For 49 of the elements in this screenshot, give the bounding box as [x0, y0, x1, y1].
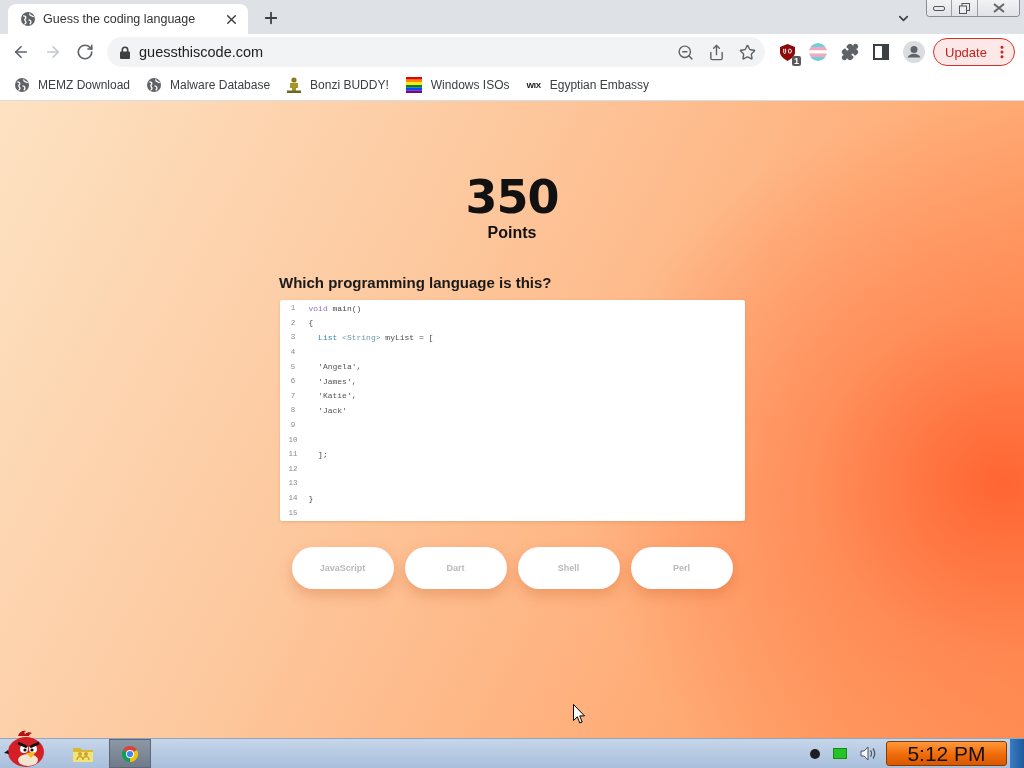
restore-icon: [959, 2, 970, 14]
dot-icon[interactable]: [810, 748, 820, 759]
code-line: 'Angela',: [317, 362, 362, 372]
puzzle-icon[interactable]: [841, 43, 859, 61]
chrome-icon: [121, 744, 139, 763]
bookmark-item[interactable]: Bonzi BUDDY!: [287, 77, 389, 93]
zoom-out-icon[interactable]: [677, 43, 694, 61]
update-button[interactable]: Update: [933, 38, 1015, 66]
lock-icon: [120, 45, 130, 59]
figure-icon: [287, 77, 302, 93]
browser-tab[interactable]: Guess the coding language: [8, 4, 248, 34]
globe-icon: [147, 78, 162, 92]
close-icon: [992, 3, 1005, 13]
restore-button[interactable]: [951, 0, 977, 16]
code-line: }: [308, 493, 314, 503]
logo-wordmark: WIX: [526, 80, 541, 90]
share-icon[interactable]: [708, 43, 725, 61]
plus-icon[interactable]: [262, 9, 280, 27]
extension-badge: 1: [792, 55, 801, 66]
score-label: Points: [487, 224, 537, 242]
reload-icon[interactable]: [76, 43, 94, 61]
bookmark-item[interactable]: Windows ISOs: [405, 77, 510, 93]
mouse-pointer-icon: [573, 704, 585, 724]
taskbar-clock: 5:12 PM: [886, 741, 1007, 766]
shield-icon[interactable]: [780, 43, 795, 61]
side-panel-icon[interactable]: [873, 44, 889, 60]
code-line: {: [308, 318, 314, 328]
score-value: 350: [465, 174, 559, 220]
address-bar[interactable]: guessthiscode.com: [107, 37, 765, 67]
code-line: void main(): [308, 303, 362, 313]
bookmark-item[interactable]: MEMZ Download: [15, 78, 131, 92]
globe-icon: [15, 78, 29, 92]
star-icon[interactable]: [739, 43, 756, 61]
speaker-icon[interactable]: [860, 746, 876, 761]
code-line: 'Jack': [317, 405, 347, 415]
profile-icon[interactable]: [903, 41, 925, 63]
globe-icon: [21, 12, 35, 26]
minimize-icon: [933, 5, 945, 11]
code-line: ];: [317, 449, 328, 459]
bookmark-item[interactable]: WIX Egyptian Embassy: [526, 78, 650, 92]
minimize-button[interactable]: [927, 0, 951, 16]
code-line: 'James',: [317, 376, 357, 386]
taskbar-button[interactable]: [109, 739, 151, 768]
bookmark-item[interactable]: Malware Database: [147, 78, 271, 92]
close-button[interactable]: [977, 0, 1019, 16]
rainbow-flag-icon: [405, 77, 422, 93]
code-line: 'Katie',: [317, 391, 357, 401]
question-text: Which programming language is this?: [279, 273, 553, 293]
code-line: List <String> myList = [: [317, 333, 434, 342]
